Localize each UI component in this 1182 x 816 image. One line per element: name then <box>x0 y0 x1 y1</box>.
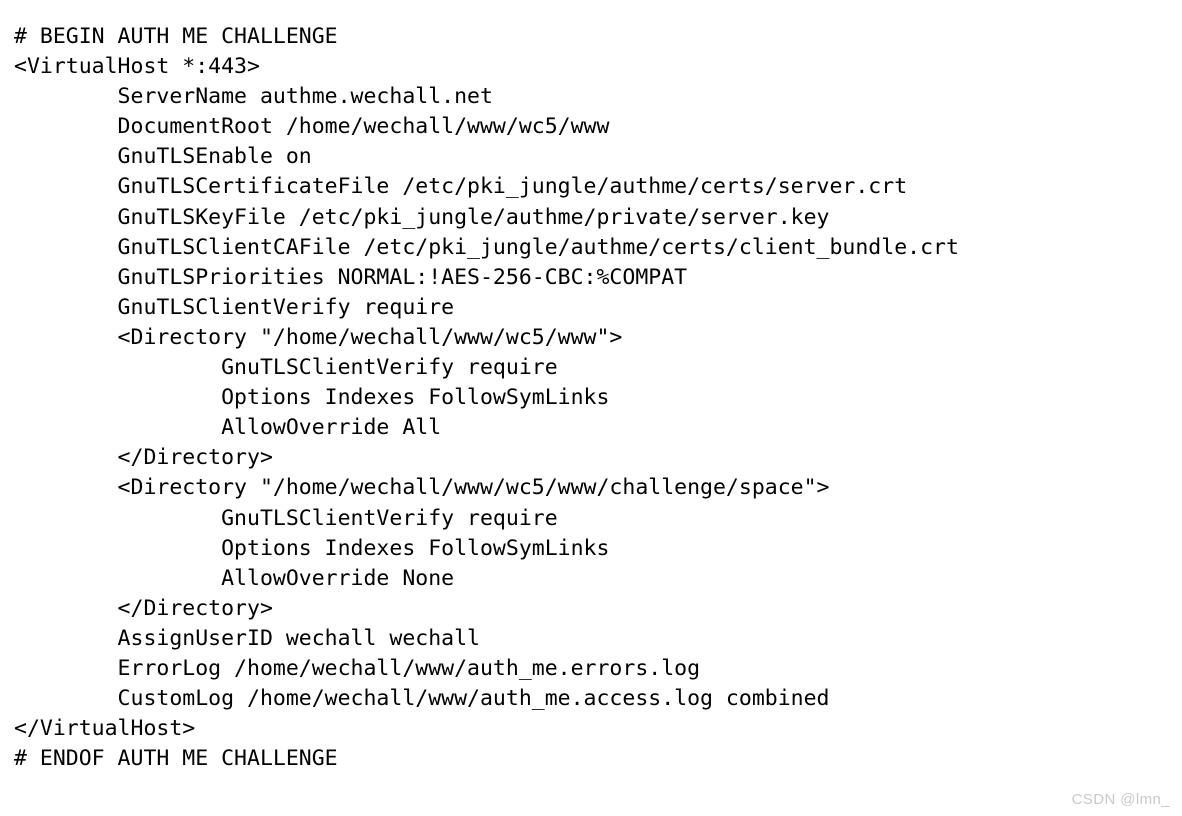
code-line: AllowOverride None <box>14 565 455 591</box>
code-line: </VirtualHost> <box>14 716 196 742</box>
code-line: GnuTLSClientCAFile /etc/pki_jungle/authm… <box>14 234 959 260</box>
config-code-block: # BEGIN AUTH ME CHALLENGE <VirtualHost *:… <box>14 22 1174 774</box>
code-line: GnuTLSClientVerify require <box>14 355 558 381</box>
code-line: GnuTLSEnable on <box>14 144 312 170</box>
code-line: Options Indexes FollowSymLinks <box>14 385 610 411</box>
code-line: </Directory> <box>14 445 273 471</box>
code-line: # ENDOF AUTH ME CHALLENGE <box>14 746 338 772</box>
code-line: CustomLog /home/wechall/www/auth_me.acce… <box>14 686 830 712</box>
code-line: </Directory> <box>14 595 273 621</box>
code-line: DocumentRoot /home/wechall/www/wc5/www <box>14 114 610 140</box>
code-line: GnuTLSKeyFile /etc/pki_jungle/authme/pri… <box>14 204 830 230</box>
code-line: AllowOverride All <box>14 415 442 441</box>
code-line: GnuTLSClientVerify require <box>14 294 455 320</box>
code-line: <Directory "/home/wechall/www/wc5/www"> <box>14 324 623 350</box>
code-line: <Directory "/home/wechall/www/wc5/www/ch… <box>14 475 830 501</box>
code-line: GnuTLSClientVerify require <box>14 505 558 531</box>
csdn-watermark: CSDN @lmn_ <box>1071 791 1170 808</box>
code-line: ErrorLog /home/wechall/www/auth_me.error… <box>14 655 701 681</box>
code-line: GnuTLSPriorities NORMAL:!AES-256-CBC:%CO… <box>14 264 688 290</box>
config-file-screenshot: { "document": { "kind": "apache-virtualh… <box>0 0 1182 816</box>
code-line: # BEGIN AUTH ME CHALLENGE <box>14 24 338 49</box>
code-line: GnuTLSCertificateFile /etc/pki_jungle/au… <box>14 174 908 200</box>
code-line: ServerName authme.wechall.net <box>14 84 493 110</box>
code-line: <VirtualHost *:443> <box>14 54 260 80</box>
code-line: AssignUserID wechall wechall <box>14 625 480 651</box>
code-line: Options Indexes FollowSymLinks <box>14 535 610 561</box>
